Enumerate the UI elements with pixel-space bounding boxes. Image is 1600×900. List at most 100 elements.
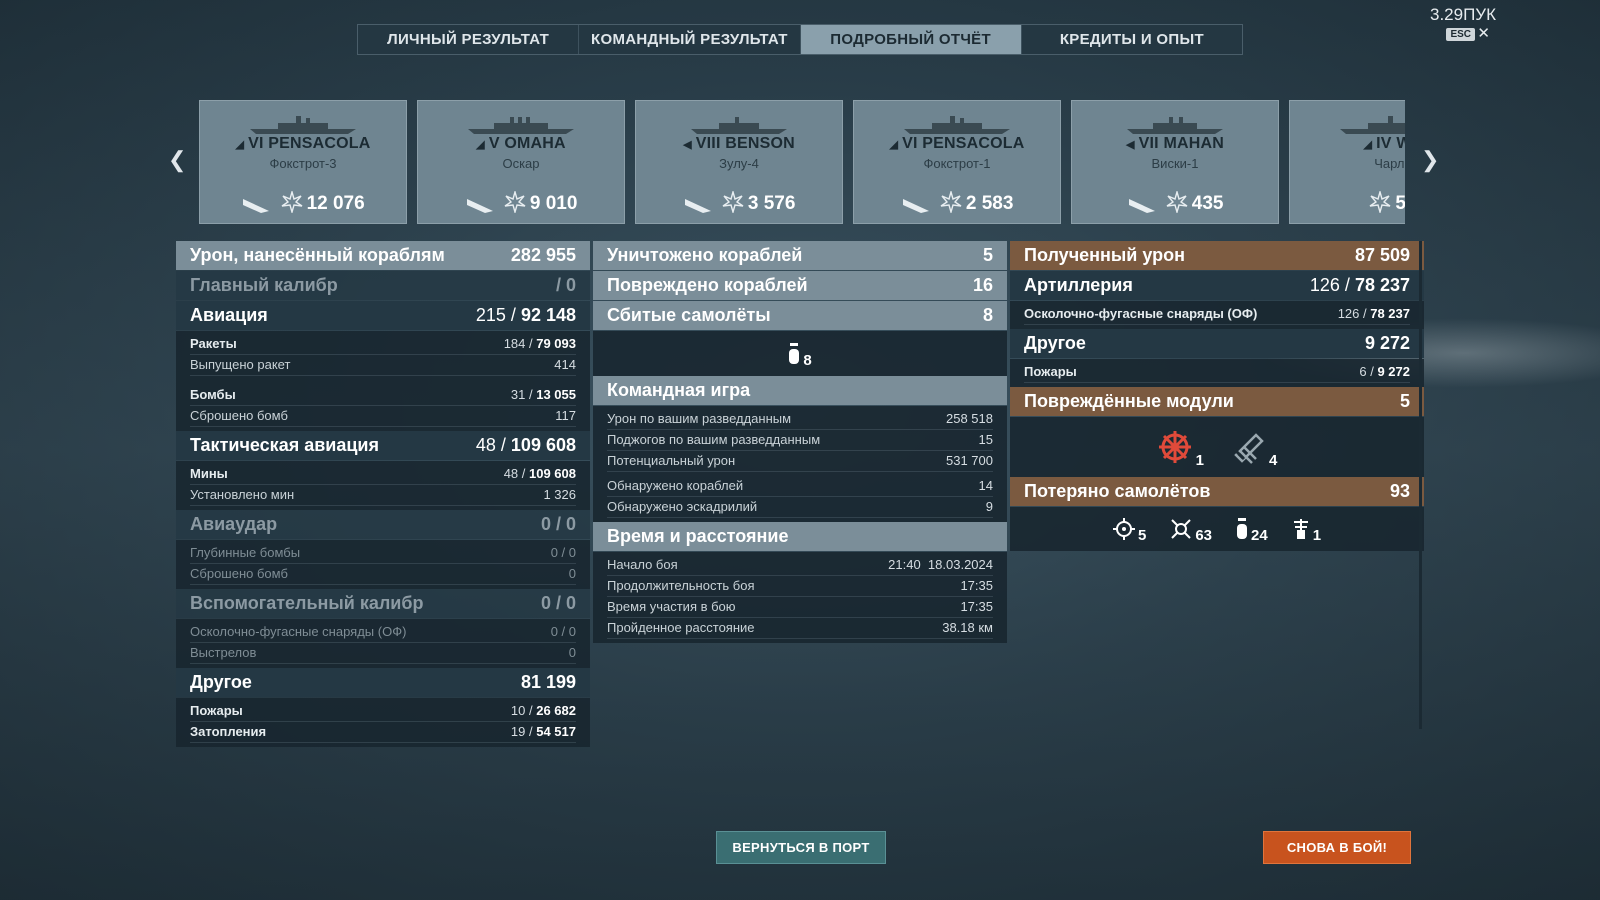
steering-wheel-icon: [1158, 431, 1191, 463]
time-row: Пройденное расстояние 38.18 км: [607, 618, 993, 639]
ship-damage: 9 010: [418, 189, 624, 215]
sunk-ship-icon: [1128, 199, 1155, 213]
bomb-icon: [1237, 518, 1247, 539]
rockets-row: Ракеты 184 / 79 093: [190, 334, 576, 355]
time-row: Время участия в бою 17:35: [607, 597, 993, 618]
damaged-header: Повреждено кораблей 16: [593, 271, 1007, 300]
ship-silhouette-icon: [250, 116, 356, 134]
player-name: Чарли: [1374, 156, 1405, 171]
received-damage-header: Полученный урон 87 509: [1010, 241, 1424, 270]
he-received-row: Осколочно-фугасные снаряды (ОФ) 126 / 78 …: [1024, 304, 1410, 325]
team-row: Обнаружено эскадрилий 9: [607, 497, 993, 518]
close-icon[interactable]: ✕: [1477, 24, 1490, 42]
damage-dealt-column: Урон, нанесённый кораблям 282 955 Главный…: [176, 241, 590, 747]
chevron-left-icon[interactable]: ❮: [168, 147, 186, 173]
torpedo-bomber-counter: 1: [1292, 518, 1321, 544]
return-to-port-button[interactable]: ВЕРНУТЬСЯ В ПОРТ: [716, 831, 886, 864]
airstrike-details: Глубинные бомбы 0 / 0 Сброшено бомб 0: [176, 540, 590, 589]
he-shells-row: Осколочно-фугасные снаряды (ОФ) 0 / 0: [190, 622, 576, 643]
sunk-ship-icon: [684, 199, 711, 213]
player-name: Зулу-4: [719, 156, 759, 171]
player-name: Оскар: [502, 156, 540, 171]
mines-set-row: Установлено мин 1 326: [190, 485, 576, 506]
ship-name: ◢ VI PENSACOLA: [235, 135, 371, 152]
damage-burst-icon: [1166, 189, 1188, 215]
ship-card[interactable]: ◢ VI PENSACOLA Фокстрот-3 12 076: [199, 100, 407, 224]
scrollbar[interactable]: [1419, 241, 1422, 729]
planes-lost-icons: 5 63 24 1: [1010, 507, 1424, 551]
teamplay-header: Командная игра: [593, 376, 1007, 405]
rocket-burst-icon: [1171, 519, 1192, 539]
mines-row: Мины 48 / 109 608: [190, 464, 576, 485]
ship-card[interactable]: ◢ VI PENSACOLA Фокстрот-1 2 583: [853, 100, 1061, 224]
other-received-header: Другое 9 272: [1010, 329, 1424, 358]
team-row: Поджогов по вашим разведданным 15: [607, 430, 993, 451]
dc-dropped-row: Сброшено бомб 0: [190, 564, 576, 585]
damage-burst-icon: [940, 189, 962, 215]
other-damage-header: Другое 81 199: [176, 668, 590, 697]
damage-burst-icon: [281, 189, 302, 215]
tab-credits-xp[interactable]: КРЕДИТЫ И ОПЫТ: [1022, 25, 1242, 54]
ship-card[interactable]: ◀ VIII BENSON Зулу-4 3 576: [635, 100, 843, 224]
player-name: Виски-1: [1151, 156, 1199, 171]
tactical-aviation-header: Тактическая авиация 48 / 109 608: [176, 431, 590, 460]
chevron-right-icon[interactable]: ❯: [1421, 147, 1439, 173]
planes-lost-header: Потеряно самолётов 93: [1010, 477, 1424, 506]
damage-dealt-header: Урон, нанесённый кораблям 282 955: [176, 241, 590, 270]
ship-damage: 435: [1072, 189, 1278, 215]
team-row: Урон по вашим разведданным 258 518: [607, 409, 993, 430]
fires-row: Пожары 10 / 26 682: [190, 701, 576, 722]
ship-card[interactable]: ◢IV WY Чарли 50: [1289, 100, 1405, 224]
planes-shot-icons: 8: [593, 331, 1007, 376]
time-row: Начало боя 21:40 18.03.2024: [607, 555, 993, 576]
secondary-header: Вспомогательный калибр 0 / 0: [176, 589, 590, 618]
bombs-row: Бомбы 31 / 13 055: [190, 385, 576, 406]
destroyed-header: Уничтожено кораблей 5: [593, 241, 1007, 270]
damaged-modules-header: Повреждённые модули 5: [1010, 387, 1424, 416]
attack-aircraft-counter: 63: [1170, 518, 1212, 544]
engine-icon: [1232, 433, 1264, 464]
player-name: Фокстрот-1: [923, 156, 991, 171]
ship-damage: 50: [1290, 189, 1405, 215]
ship-card[interactable]: ◀ VII MAHAN Виски-1 435: [1071, 100, 1279, 224]
fires-received-row: Пожары 6 / 9 272: [1024, 362, 1410, 383]
damage-burst-icon: [1370, 189, 1391, 215]
artillery-details: Осколочно-фугасные снаряды (ОФ) 126 / 78 …: [1010, 301, 1424, 329]
tab-personal-result[interactable]: ЛИЧНЫЙ РЕЗУЛЬТАТ: [358, 25, 580, 54]
ships-carousel: ◢ VI PENSACOLA Фокстрот-3 12 076 ◢ V OMAHA…: [199, 100, 1405, 224]
damage-burst-icon: [504, 189, 526, 215]
time-distance-header: Время и расстояние: [593, 522, 1007, 551]
main-caliber-header: Главный калибр/ 0: [176, 271, 590, 300]
floods-row: Затопления 19 / 54 517: [190, 722, 576, 743]
ship-name: ◢ VI PENSACOLA: [889, 135, 1025, 152]
tab-detailed-report[interactable]: ПОДРОБНЫЙ ОТЧЁТ: [800, 25, 1022, 54]
other-details: Пожары 10 / 26 682 Затопления 19 / 54 517: [176, 698, 590, 747]
battle-again-button[interactable]: СНОВА В БОЙ!: [1263, 831, 1411, 864]
ship-card[interactable]: ◢ V OMAHA Оскар 9 010: [417, 100, 625, 224]
bomber-counter: 8: [788, 342, 812, 369]
ship-silhouette-icon: [1340, 116, 1405, 134]
rockets-fired-row: Выпущено ракет 414: [190, 355, 576, 376]
tab-team-result[interactable]: КОМАНДНЫЙ РЕЗУЛЬТАТ: [579, 25, 801, 54]
depth-charges-row: Глубинные бомбы 0 / 0: [190, 543, 576, 564]
aviation-details: Ракеты 184 / 79 093 Выпущено ракет 414 Бом…: [176, 331, 590, 431]
artillery-header: Артиллерия 126 / 78 237: [1010, 271, 1424, 300]
ship-silhouette-icon: [1127, 117, 1223, 134]
esc-key-badge[interactable]: ESC: [1446, 28, 1475, 41]
damage-received-column: Полученный урон 87 509 Артиллерия 126 / 78…: [1010, 241, 1424, 551]
team-row: Потенциальный урон 531 700: [607, 451, 993, 472]
airstrike-header: Авиаудар 0 / 0: [176, 510, 590, 539]
damaged-modules-icons: 1 4: [1010, 417, 1424, 477]
ship-damage: 12 076: [200, 189, 406, 215]
ship-name: ◢IV WY: [1363, 135, 1405, 152]
crosshair-icon: [1112, 518, 1135, 540]
bomb-icon: [789, 342, 800, 364]
ship-name: ◢ V OMAHA: [476, 135, 566, 152]
shots-row: Выстрелов 0: [190, 643, 576, 664]
ship-silhouette-icon: [691, 117, 787, 134]
secondary-details: Осколочно-фугасные снаряды (ОФ) 0 / 0 Выс…: [176, 619, 590, 668]
bombs-dropped-row: Сброшено бомб 117: [190, 406, 576, 427]
ship-damage: 2 583: [854, 189, 1060, 215]
result-tabs: ЛИЧНЫЙ РЕЗУЛЬТАТ КОМАНДНЫЙ РЕЗУЛЬТАТ ПОД…: [357, 24, 1243, 55]
clock-label: 3.29ПУК: [1429, 5, 1496, 24]
